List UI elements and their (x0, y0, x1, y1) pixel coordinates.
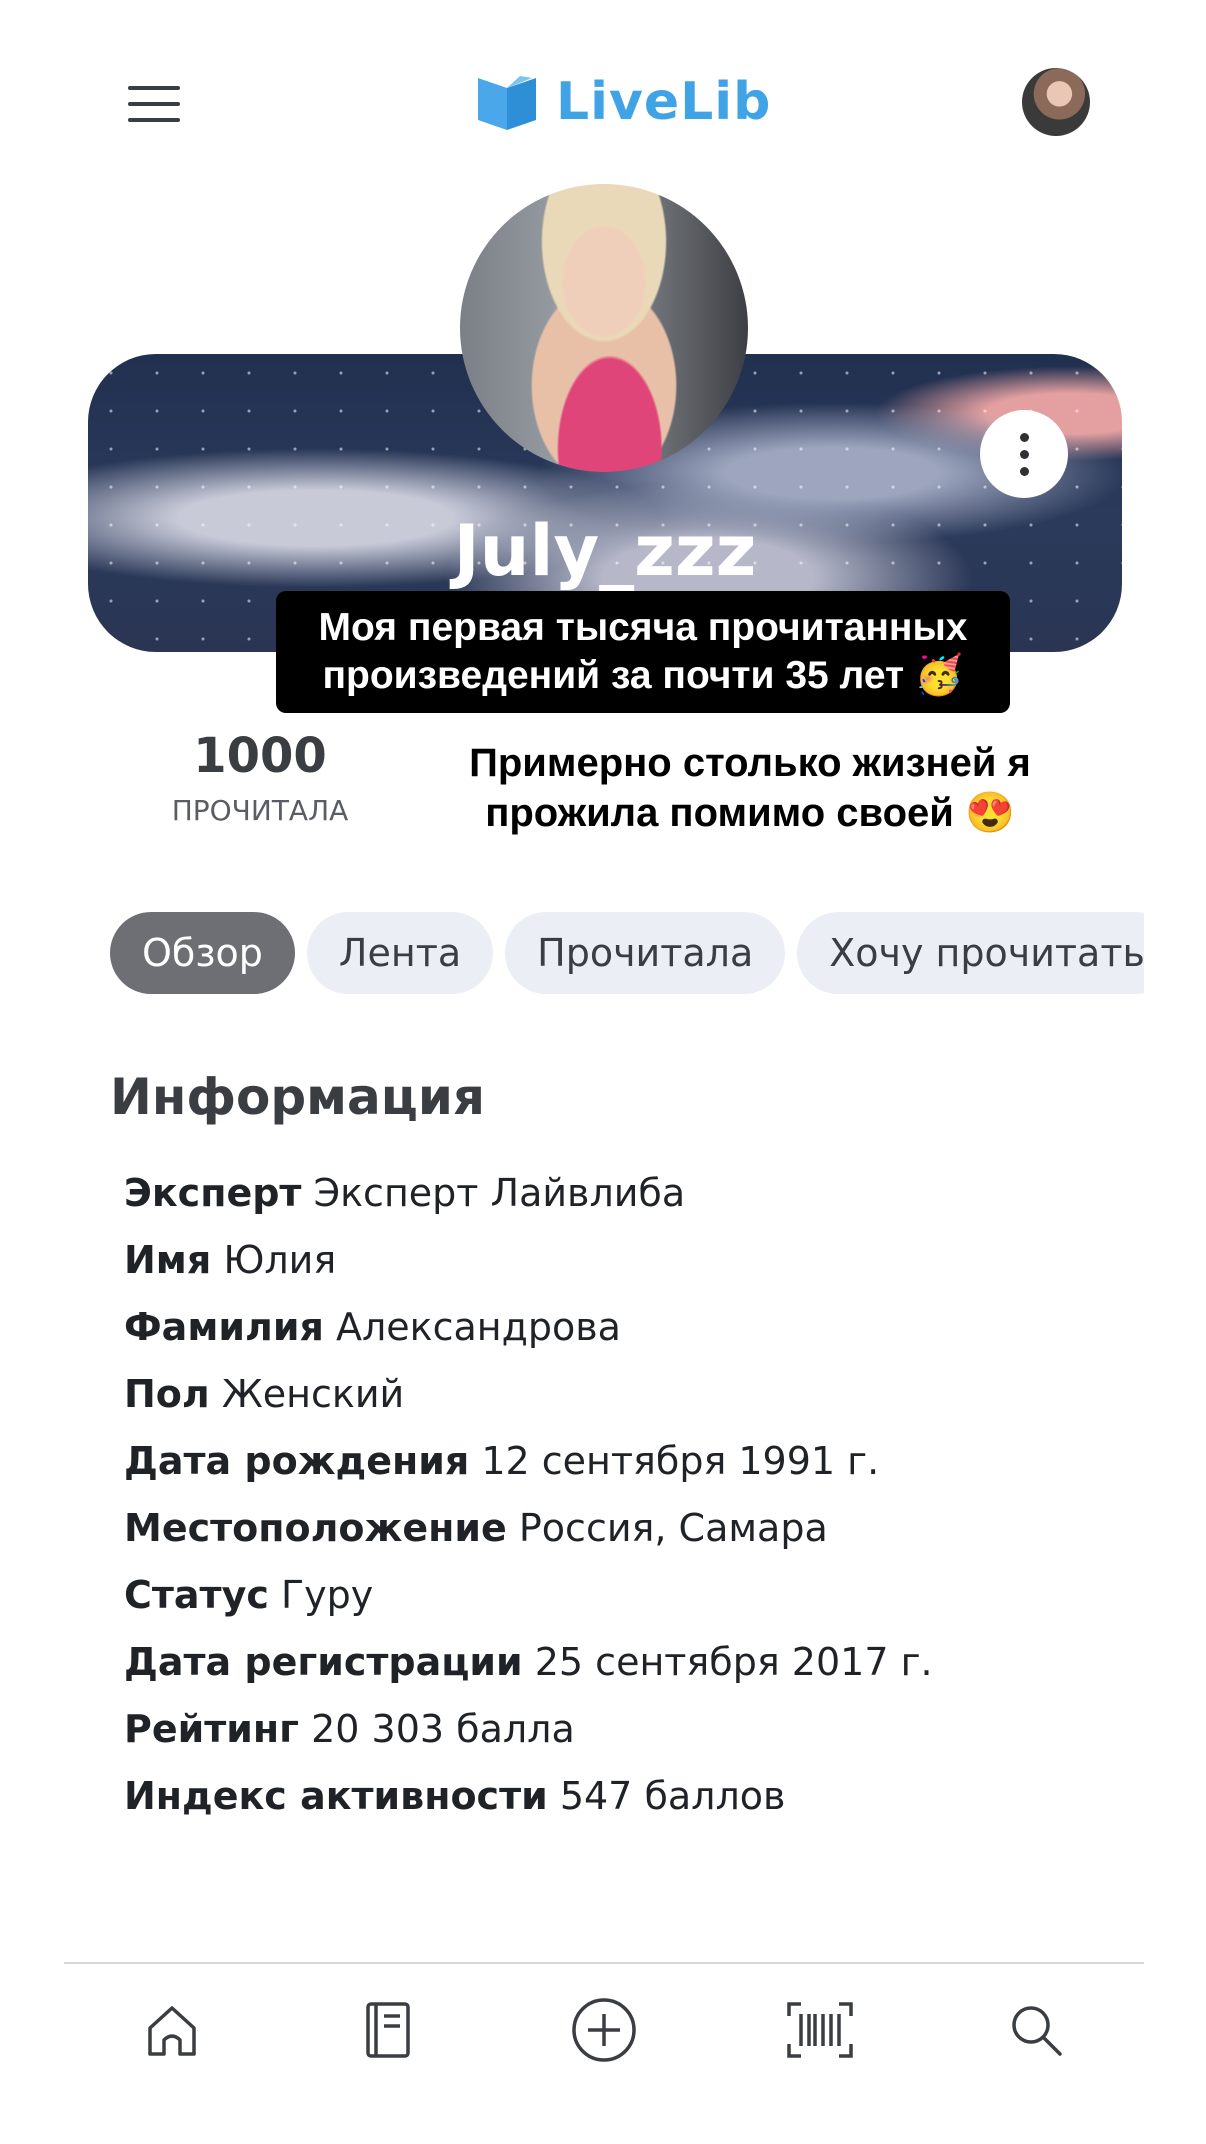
info-key: Рейтинг (124, 1707, 300, 1751)
nav-scan-button[interactable] (780, 1990, 860, 2070)
info-key: Местоположение (124, 1506, 507, 1550)
logo[interactable]: LiveLib (474, 70, 771, 134)
info-key: Статус (124, 1573, 269, 1617)
info-row-location: Местоположение Россия, Самара (124, 1501, 1124, 1568)
caption-line: Моя первая тысяча прочитанных (318, 606, 968, 649)
nav-add-button[interactable] (564, 1990, 644, 2070)
info-row-rating: Рейтинг 20 303 балла (124, 1702, 1124, 1769)
info-row-gender: Пол Женский (124, 1367, 1124, 1434)
book-icon (366, 2002, 410, 2058)
add-icon (572, 1998, 636, 2062)
read-count-label: ПРОЧИТАЛА (171, 794, 349, 827)
info-key: Дата рождения (124, 1439, 470, 1483)
username: July_zzz (453, 510, 757, 592)
menu-line (128, 118, 180, 122)
more-options-button[interactable] (980, 410, 1068, 498)
info-value: 25 сентября 2017 г. (534, 1640, 933, 1684)
info-key: Пол (124, 1372, 210, 1416)
profile-avatar[interactable] (460, 184, 748, 472)
info-row-surname: Фамилия Александрова (124, 1300, 1124, 1367)
caption-line: произведений за почти 35 лет 🥳 (322, 654, 964, 697)
menu-button[interactable] (128, 86, 180, 124)
info-key: Эксперт (124, 1171, 302, 1215)
nav-search-button[interactable] (996, 1990, 1076, 2070)
info-value: 12 сентября 1991 г. (481, 1439, 880, 1483)
info-value: Эксперт Лайвлиба (313, 1171, 686, 1215)
nav-books-button[interactable] (348, 1990, 428, 2070)
logo-book-icon (478, 76, 536, 130)
quote-line: Примерно столько жизней я (469, 741, 1031, 785)
tab-overview[interactable]: Обзор (110, 912, 295, 994)
tab-want-to-read[interactable]: Хочу прочитать (797, 912, 1144, 994)
info-row-name: Имя Юлия (124, 1233, 1124, 1300)
story-caption: Моя первая тысяча прочитанных произведен… (276, 591, 1010, 713)
quote-line: прожила помимо своей 😍 (485, 791, 1015, 835)
info-value: Россия, Самара (518, 1506, 828, 1550)
info-row-expert: Эксперт Эксперт Лайвлиба (124, 1166, 1124, 1233)
info-value: 20 303 балла (311, 1707, 575, 1751)
logo-text: LiveLib (556, 72, 772, 132)
nav-home-button[interactable] (132, 1990, 212, 2070)
home-icon (148, 2006, 196, 2056)
info-row-status: Статус Гуру (124, 1568, 1124, 1635)
tab-feed[interactable]: Лента (306, 912, 494, 994)
info-row-birthdate: Дата рождения 12 сентября 1991 г. (124, 1434, 1124, 1501)
info-value: Александрова (335, 1305, 621, 1349)
info-key: Индекс активности (124, 1774, 548, 1818)
nav-divider (64, 1962, 1144, 1964)
tab-read[interactable]: Прочитала (505, 912, 786, 994)
story-quote: Примерно столько жизней я прожила помимо… (420, 738, 1080, 838)
read-count[interactable]: 1000 (150, 728, 370, 784)
info-value: 547 баллов (559, 1774, 786, 1818)
info-row-registration: Дата регистрации 25 сентября 2017 г. (124, 1635, 1124, 1702)
bottom-nav (64, 1980, 1144, 2080)
profile-tabs: Обзор Лента Прочитала Хочу прочитать (110, 912, 1144, 994)
info-value: Юлия (223, 1238, 337, 1282)
info-row-activity: Индекс активности 547 баллов (124, 1769, 1124, 1836)
menu-line (128, 102, 180, 106)
info-value: Женский (221, 1372, 405, 1416)
info-value: Гуру (280, 1573, 374, 1617)
info-key: Фамилия (124, 1305, 324, 1349)
info-key: Имя (124, 1238, 212, 1282)
info-list: Эксперт Эксперт Лайвлиба Имя Юлия Фамили… (124, 1166, 1124, 1836)
info-key: Дата регистрации (124, 1640, 523, 1684)
barcode-icon (787, 2002, 853, 2058)
menu-line (128, 86, 180, 90)
user-avatar[interactable] (1022, 68, 1090, 136)
section-title: Информация (110, 1068, 485, 1126)
search-icon (1012, 2006, 1062, 2056)
